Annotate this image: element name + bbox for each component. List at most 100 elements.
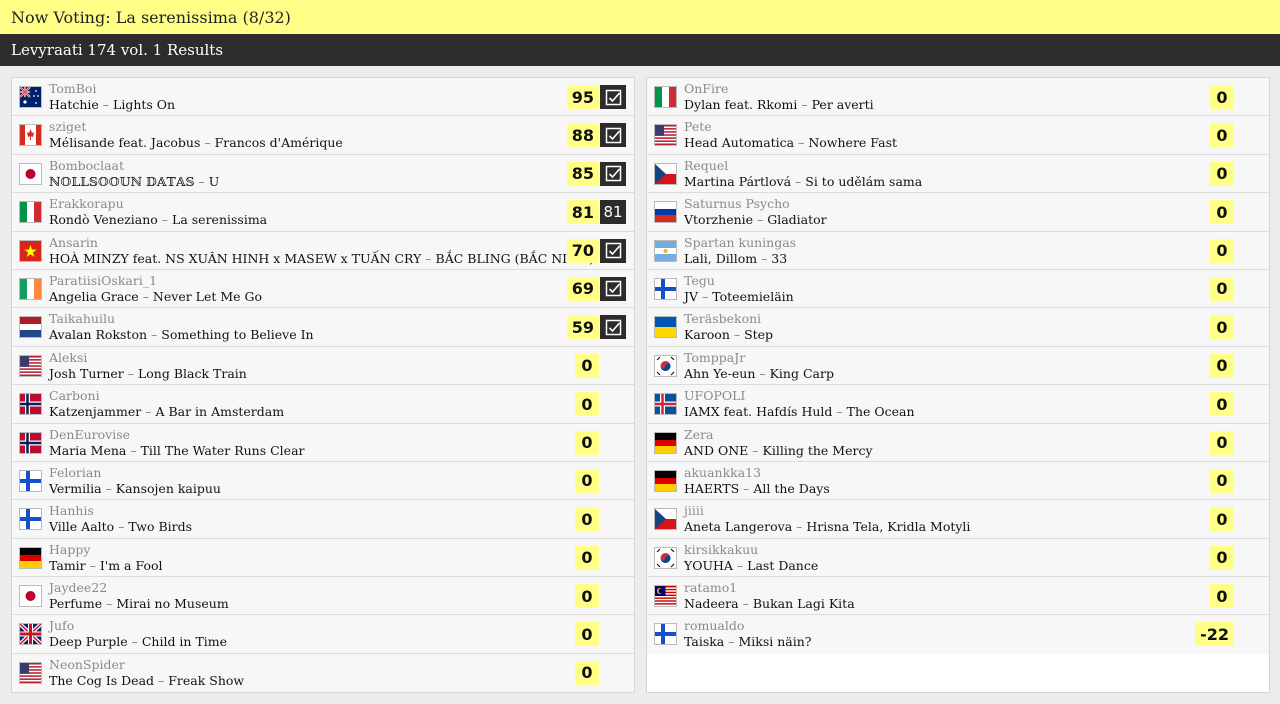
song-artist: Head Automatica <box>684 135 795 151</box>
song-info: Maria Mena – Till The Water Runs Clear <box>49 443 305 458</box>
song-info: ℕ𝕆𝕃𝕃𝕊𝕆𝕆𝕌ℕ 𝔻𝔸𝕋𝔸𝕊 – U <box>49 174 219 189</box>
song-artist: Ahn Ye-eun <box>684 365 756 381</box>
song-separator: – <box>738 596 753 612</box>
result-row: Jufo Deep Purple – Child in Time 0 <box>12 615 634 654</box>
score-badge: 0 <box>1210 584 1234 609</box>
song-artist: The Cog Is Dead <box>49 672 155 688</box>
flag-ca-icon <box>19 124 42 147</box>
flag-is-icon <box>654 393 677 416</box>
song-title: King Carp <box>769 365 834 381</box>
result-row: sziget Mélisande feat. Jacobus – Francos … <box>12 116 634 155</box>
voter-name: UFOPOLI <box>684 388 746 404</box>
result-row: Happy Tamir – I'm a Fool 0 <box>12 538 634 578</box>
result-row: TomBoi Hatchie – Lights On 95 <box>12 78 634 117</box>
score-badge: 0 <box>1210 161 1234 186</box>
voter-name: Taikahuilu <box>49 311 115 327</box>
flag-us-icon <box>654 124 677 147</box>
song-separator: – <box>102 596 117 612</box>
result-row: Requel Martina Pártlová – Si to udělám sa… <box>647 154 1269 194</box>
voter-name: ratamo1 <box>684 580 738 596</box>
song-separator: – <box>748 442 763 458</box>
song-title: The Ocean <box>846 404 915 420</box>
song-info: IAMX feat. Hafdís Huld – The Ocean <box>684 404 915 419</box>
voter-name: Requel <box>684 157 729 173</box>
song-title: Long Black Train <box>137 365 247 381</box>
score-badge: 0 <box>575 584 599 609</box>
song-info: Dylan feat. Rkomi – Per averti <box>684 97 874 112</box>
song-info: Rondò Veneziano – La serenissima <box>49 212 267 227</box>
voter-name: Happy <box>49 541 91 557</box>
flag-de-icon <box>654 431 677 454</box>
song-separator: – <box>101 480 116 496</box>
score-badge: 0 <box>575 430 599 455</box>
song-separator: – <box>794 135 809 151</box>
result-row: OnFire Dylan feat. Rkomi – Per averti 0 <box>647 78 1269 117</box>
song-artist: ℕ𝕆𝕃𝕃𝕊𝕆𝕆𝕌ℕ 𝔻𝔸𝕋𝔸𝕊 <box>49 173 195 189</box>
flag-fi-icon <box>654 623 677 646</box>
song-separator: – <box>126 442 141 458</box>
score-badge: 0 <box>1210 123 1234 148</box>
song-title: Something to Believe In <box>161 327 314 343</box>
flag-fi-icon <box>19 469 42 492</box>
voted-check-icon <box>600 161 626 186</box>
voter-name: Ansarin <box>49 234 98 250</box>
song-artist: IAMX feat. Hafdís Huld <box>684 404 833 420</box>
score-badge: 0 <box>1210 315 1234 340</box>
song-separator: – <box>200 135 215 151</box>
song-separator: – <box>755 365 770 381</box>
voted-check-icon <box>600 123 626 148</box>
song-separator: – <box>797 97 812 112</box>
song-separator: – <box>138 288 153 304</box>
flag-fi-icon <box>19 508 42 531</box>
voter-name: Teräsbekoni <box>684 311 762 327</box>
score-badge: 70 <box>566 238 599 263</box>
result-row: kirsikkakuu YOUHA – Last Dance 0 <box>647 538 1269 578</box>
song-info: Angelia Grace – Never Let Me Go <box>49 289 262 304</box>
song-title: 33 <box>771 250 788 266</box>
result-row: Saturnus Psycho Vtorzhenie – Gladiator 0 <box>647 193 1269 232</box>
flag-au-icon <box>19 86 42 108</box>
song-title: A Bar in Amsterdam <box>155 404 285 420</box>
flag-gb-icon <box>19 623 42 646</box>
song-artist: Dylan feat. Rkomi <box>684 97 798 112</box>
voter-name: ParatiisiOskari_1 <box>49 272 158 288</box>
song-separator: – <box>739 480 754 496</box>
voter-name: Spartan kuningas <box>684 234 797 250</box>
voter-name: TomBoi <box>49 81 97 96</box>
voter-name: romualdo <box>684 618 745 634</box>
song-title: Lights On <box>113 97 176 112</box>
song-separator: – <box>123 365 138 381</box>
song-title: Toteemieläin <box>712 288 794 304</box>
song-info: Ahn Ye-eun – King Carp <box>684 366 834 381</box>
song-separator: – <box>791 173 806 189</box>
song-artist: Maria Mena <box>49 442 127 458</box>
voter-name: TomppaJr <box>684 349 746 365</box>
song-separator: – <box>724 634 739 650</box>
voter-name: Pete <box>684 119 712 135</box>
flag-fi-icon <box>654 277 677 300</box>
score-badge: 59 <box>566 315 599 340</box>
flag-kr-icon <box>654 354 677 377</box>
voter-name: Tegu <box>684 272 715 288</box>
score-badge: 0 <box>575 507 599 532</box>
voted-check-icon <box>600 315 626 340</box>
now-voting-text: Now Voting: La serenissima (8/32) <box>11 7 291 27</box>
song-title: Mirai no Museum <box>116 596 229 612</box>
result-row: Tegu JV – Toteemieläin 0 <box>647 269 1269 309</box>
song-title: Francos d'Amérique <box>214 135 343 151</box>
current-score-badge: 81 <box>600 200 626 225</box>
result-row: Zera AND ONE – Killing the Mercy 0 <box>647 423 1269 462</box>
song-title: Si to udělám sama <box>805 173 923 189</box>
song-artist: Karoon <box>684 327 730 343</box>
song-title: Last Dance <box>747 557 819 573</box>
score-badge: 0 <box>1210 430 1234 455</box>
results-column-right: OnFire Dylan feat. Rkomi – Per averti 0 Pet… <box>646 77 1270 694</box>
song-info: The Cog Is Dead – Freak Show <box>49 673 244 688</box>
song-artist: HOÀ MINZY feat. NS XUÂN HINH x MASEW x T… <box>49 250 422 266</box>
voter-name: Felorian <box>49 464 102 480</box>
song-artist: Deep Purple <box>49 634 128 650</box>
score-badge: 0 <box>575 468 599 493</box>
song-info: Deep Purple – Child in Time <box>49 634 227 649</box>
song-title: Killing the Mercy <box>762 442 873 458</box>
song-title: All the Days <box>753 480 830 496</box>
